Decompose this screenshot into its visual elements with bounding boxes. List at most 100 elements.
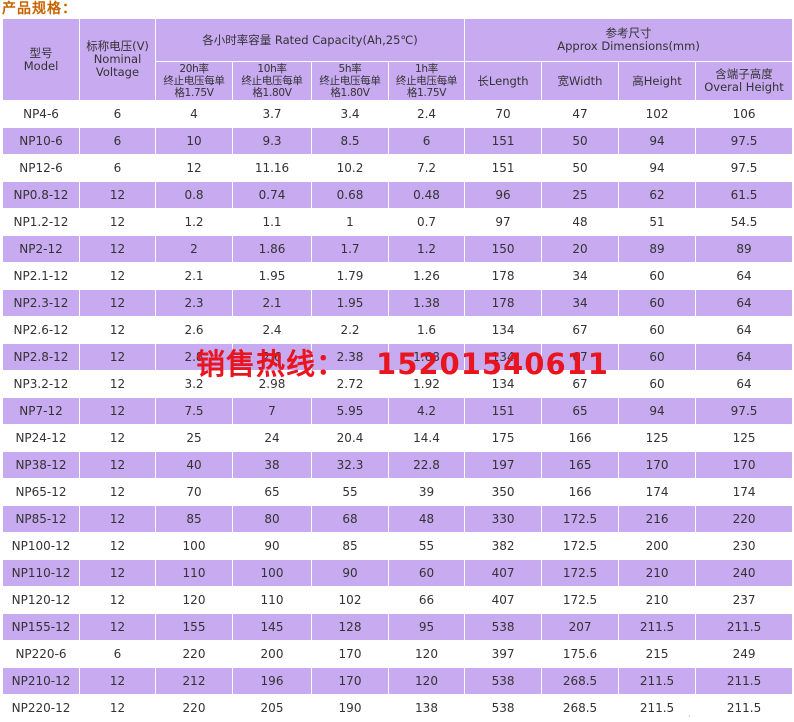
cell-cap-20h: 2.1 [156,263,232,289]
cell-cap-20h: 0.8 [156,182,232,208]
cell-height: 211.5 [619,695,696,721]
cell-cap-10h: 80 [233,506,311,532]
cell-cap-5h: 55 [312,479,388,505]
cell-cap-1h: 1.26 [389,263,465,289]
cell-length: 151 [465,128,542,154]
cell-cap-1h: 6 [389,128,465,154]
header-rate-label: 5h率 [338,63,362,75]
cell-voltage: 6 [80,155,155,181]
header-width: 宽Width [542,62,619,100]
cell-voltage: 12 [80,506,155,532]
table-row: NP220-6 6 220 200 170 120 397 175.6 215 249 [3,641,793,667]
cell-length: 178 [465,263,542,289]
table-row: NP220-12 12 220 205 190 138 538 268.5 211.5 211.5 [3,695,793,721]
table-row: NP0.8-12 12 0.8 0.74 0.68 0.48 96 25 62 61.5 [3,182,793,208]
cell-cap-10h: 90 [233,533,311,559]
cell-width: 67 [542,344,619,370]
cell-cap-10h: 38 [233,452,311,478]
cell-height: 102 [619,101,696,127]
cell-cap-10h: 11.16 [233,155,311,181]
cell-overall-height: 64 [696,371,793,397]
cell-voltage: 12 [80,614,155,640]
cell-length: 96 [465,182,542,208]
header-rate-condition: 格1.75V [406,87,447,99]
cell-length: 382 [465,533,542,559]
table-row: NP155-12 12 155 145 128 95 538 207 211.5 211.5 [3,614,793,640]
cell-voltage: 12 [80,371,155,397]
spec-table-body: NP4-6 6 4 3.7 3.4 2.4 70 47 102 106 NP10-6 6 10 9.3 8.… [3,101,793,721]
cell-model: NP2.3-12 [3,290,79,316]
cell-width: 50 [542,155,619,181]
header-voltage-en-2: Voltage [95,65,140,79]
cell-cap-5h: 3.4 [312,101,388,127]
cell-height: 60 [619,290,696,316]
cell-model: NP110-12 [3,560,79,586]
header-rate-condition: 格1.80V [330,87,370,99]
cell-model: NP2-12 [3,236,79,262]
cell-cap-1h: 55 [389,533,465,559]
cell-cap-1h: 66 [389,587,465,613]
cell-cap-1h: 22.8 [389,452,465,478]
header-model: 型号 Model [3,19,79,100]
cell-voltage: 6 [80,641,155,667]
cell-cap-10h: 24 [233,425,311,451]
cell-cap-1h: 0.7 [389,209,465,235]
cell-voltage: 12 [80,236,155,262]
cell-cap-10h: 196 [233,668,311,694]
cell-cap-10h: 7 [233,398,311,424]
cell-length: 97 [465,209,542,235]
cell-model: NP155-12 [3,614,79,640]
header-overall-height: 含端子高度 Overal Height [696,62,793,100]
cell-model: NP85-12 [3,506,79,532]
cell-cap-20h: 25 [156,425,232,451]
cell-height: 60 [619,263,696,289]
cell-model: NP2.1-12 [3,263,79,289]
cell-cap-10h: 2.4 [233,317,311,343]
cell-height: 170 [619,452,696,478]
cell-cap-1h: 1.38 [389,290,465,316]
header-rate-condition: 终止电压每单 [241,75,303,87]
header-rate-5h: 5h率 终止电压每单 格1.80V [312,62,388,100]
cell-cap-20h: 40 [156,452,232,478]
cell-cap-5h: 68 [312,506,388,532]
cell-length: 350 [465,479,542,505]
cell-cap-20h: 155 [156,614,232,640]
cell-overall-height: 61.5 [696,182,793,208]
table-row: NP85-12 12 85 80 68 48 330 172.5 216 220 [3,506,793,532]
cell-cap-20h: 220 [156,695,232,721]
cell-cap-10h: 9.3 [233,128,311,154]
cell-voltage: 12 [80,452,155,478]
cell-overall-height: 97.5 [696,128,793,154]
cell-model: NP3.2-12 [3,371,79,397]
cell-length: 538 [465,614,542,640]
cell-model: NP1.2-12 [3,209,79,235]
cell-overall-height: 211.5 [696,614,793,640]
cell-cap-1h: 1.68 [389,344,465,370]
cell-cap-20h: 2 [156,236,232,262]
cell-length: 538 [465,695,542,721]
cell-cap-10h: 3.7 [233,101,311,127]
cell-voltage: 6 [80,128,155,154]
cell-model: NP24-12 [3,425,79,451]
cell-width: 34 [542,290,619,316]
header-length: 长Length [465,62,542,100]
cell-cap-20h: 10 [156,128,232,154]
cell-cap-10h: 145 [233,614,311,640]
cell-length: 178 [465,290,542,316]
header-rate-label: 20h率 [179,63,209,75]
header-model-cn: 型号 [29,45,53,60]
header-model-en: Model [23,58,59,73]
cell-cap-20h: 2.3 [156,290,232,316]
cell-height: 60 [619,317,696,343]
cell-overall-height: 89 [696,236,793,262]
cell-voltage: 6 [80,101,155,127]
cell-cap-5h: 1.79 [312,263,388,289]
cell-cap-10h: 100 [233,560,311,586]
cell-voltage: 12 [80,182,155,208]
cell-height: 51 [619,209,696,235]
cell-cap-20h: 12 [156,155,232,181]
cell-cap-5h: 5.95 [312,398,388,424]
cell-height: 200 [619,533,696,559]
corner-mark: · [688,712,691,721]
cell-voltage: 12 [80,587,155,613]
